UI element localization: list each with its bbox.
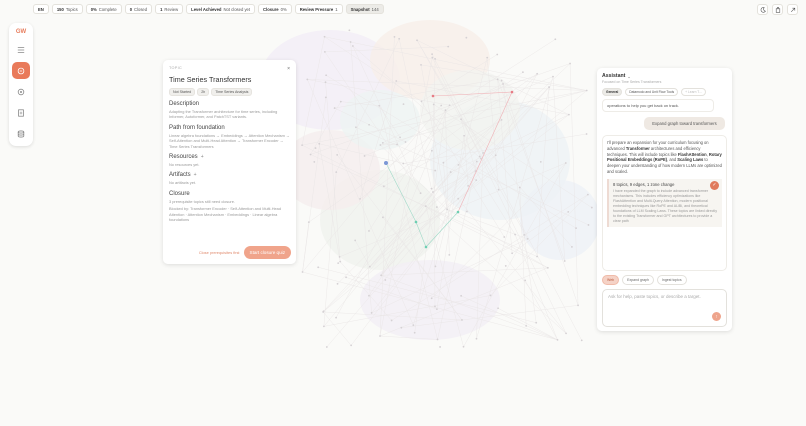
description-heading: Description	[169, 101, 200, 107]
change-title: 8 topics, 9 edges, 1 zone change	[613, 181, 675, 187]
snapshot-chip[interactable]: Snapshot 144	[345, 4, 384, 14]
topic-title: Time Series Transformers	[169, 75, 252, 84]
status-badge: Not Started	[169, 88, 196, 96]
tab-datamodo[interactable]: Datamodo and Unit Flow Tools	[625, 88, 679, 96]
artifacts-heading: Artifacts +	[169, 172, 197, 179]
add-artifact-button[interactable]: +	[194, 172, 197, 178]
description-text: Adapting the Transformer architecture fo…	[169, 109, 278, 120]
closure-footer: Close prerequisites first Start closure …	[199, 246, 291, 259]
panel-kicker: TOPIC	[169, 66, 183, 70]
review-chip[interactable]: 1 Review	[155, 4, 184, 14]
expand-graph-button[interactable]: Expand graph	[622, 275, 654, 285]
chat-icon[interactable]	[12, 62, 30, 79]
send-icon[interactable]: ↑	[712, 312, 721, 321]
assistant-subtitle: Focused on Time Series Transformers	[602, 80, 662, 84]
assistant-actions: Web Expand graph Ingest topics	[602, 275, 727, 285]
topic-tags: Not Started 2h Time Series Analysis	[169, 88, 290, 96]
app-logo: GW	[15, 29, 27, 35]
path-text: Linear algebra foundations → Embeddings …	[169, 132, 290, 149]
artifacts-text: No artifacts yet.	[169, 180, 197, 186]
grid-icon[interactable]	[12, 41, 30, 58]
close-prereqs-link[interactable]: Close prerequisites first	[199, 250, 240, 255]
status-bar: EN 150 Topics 0% Complete 0 Closed 1 Review …	[33, 4, 384, 14]
settings-icon[interactable]	[12, 83, 30, 100]
assistant-message: operations to help you get back on track…	[602, 99, 714, 112]
left-rail: GW	[9, 23, 33, 146]
database-icon[interactable]	[12, 125, 30, 142]
tab-learn[interactable]: + Learn T...	[681, 88, 706, 96]
assistant-reply: I'll prepare an expansion for your curri…	[602, 135, 727, 271]
start-closure-quiz-button[interactable]: Start closure quiz	[243, 246, 291, 259]
closed-chip[interactable]: 0 Closed	[124, 4, 153, 14]
zone-badge: Time Series Analysis	[211, 88, 253, 96]
complete-chip[interactable]: 0% Complete	[85, 4, 122, 14]
moon-icon[interactable]	[757, 4, 768, 15]
bag-icon[interactable]	[772, 4, 783, 15]
topic-panel: TOPIC × Time Series Transformers Not Sta…	[163, 60, 296, 264]
input-placeholder: Ask for help, paste topics, or describe …	[608, 294, 701, 299]
closure-status: 3 prerequisite topics still need closure…	[169, 198, 235, 204]
review-pressure-chip[interactable]: Review Pressure 1	[294, 4, 343, 14]
check-icon[interactable]: ✓	[710, 180, 719, 190]
resources-heading: Resources +	[169, 154, 204, 161]
reply-text: I'll prepare an expansion for your curri…	[607, 140, 722, 174]
topics-chip[interactable]: 150 Topics	[51, 4, 83, 14]
chevron-down-icon[interactable]: ⌄	[627, 74, 630, 79]
assistant-input[interactable]: Ask for help, paste topics, or describe …	[602, 289, 727, 327]
web-toggle[interactable]: Web	[602, 275, 620, 285]
closure-chip[interactable]: Closure 0%	[258, 4, 292, 14]
assistant-tabs: General Datamodo and Unit Flow Tools + L…	[602, 88, 727, 96]
path-heading: Path from foundation	[169, 124, 225, 131]
assistant-title: Assistant ⌄	[602, 73, 631, 79]
user-message: Expand graph toward transformers	[644, 117, 725, 130]
resources-text: No resources yet.	[169, 162, 200, 168]
top-actions	[757, 4, 798, 15]
add-resource-button[interactable]: +	[201, 154, 204, 160]
blocked-by-text: Blocked by: Transformer Encoder · Self-A…	[169, 206, 282, 223]
duration-badge: 2h	[197, 88, 210, 96]
close-icon[interactable]: ×	[287, 66, 290, 72]
language-chip[interactable]: EN	[33, 4, 49, 14]
ingest-topics-button[interactable]: Ingest topics	[656, 275, 687, 285]
graph-change-card[interactable]: 8 topics, 9 edges, 1 zone change I have …	[607, 178, 722, 227]
level-chip[interactable]: Level Achieved Not closed yet	[186, 4, 256, 14]
change-text: I have expanded the graph to include adv…	[613, 188, 718, 223]
notes-icon[interactable]	[12, 104, 30, 121]
assistant-panel: Assistant ⌄ Focused on Time Series Transf…	[597, 68, 732, 331]
closure-heading: Closure	[169, 190, 190, 197]
share-icon[interactable]	[787, 4, 798, 15]
tab-general[interactable]: General	[602, 88, 623, 96]
